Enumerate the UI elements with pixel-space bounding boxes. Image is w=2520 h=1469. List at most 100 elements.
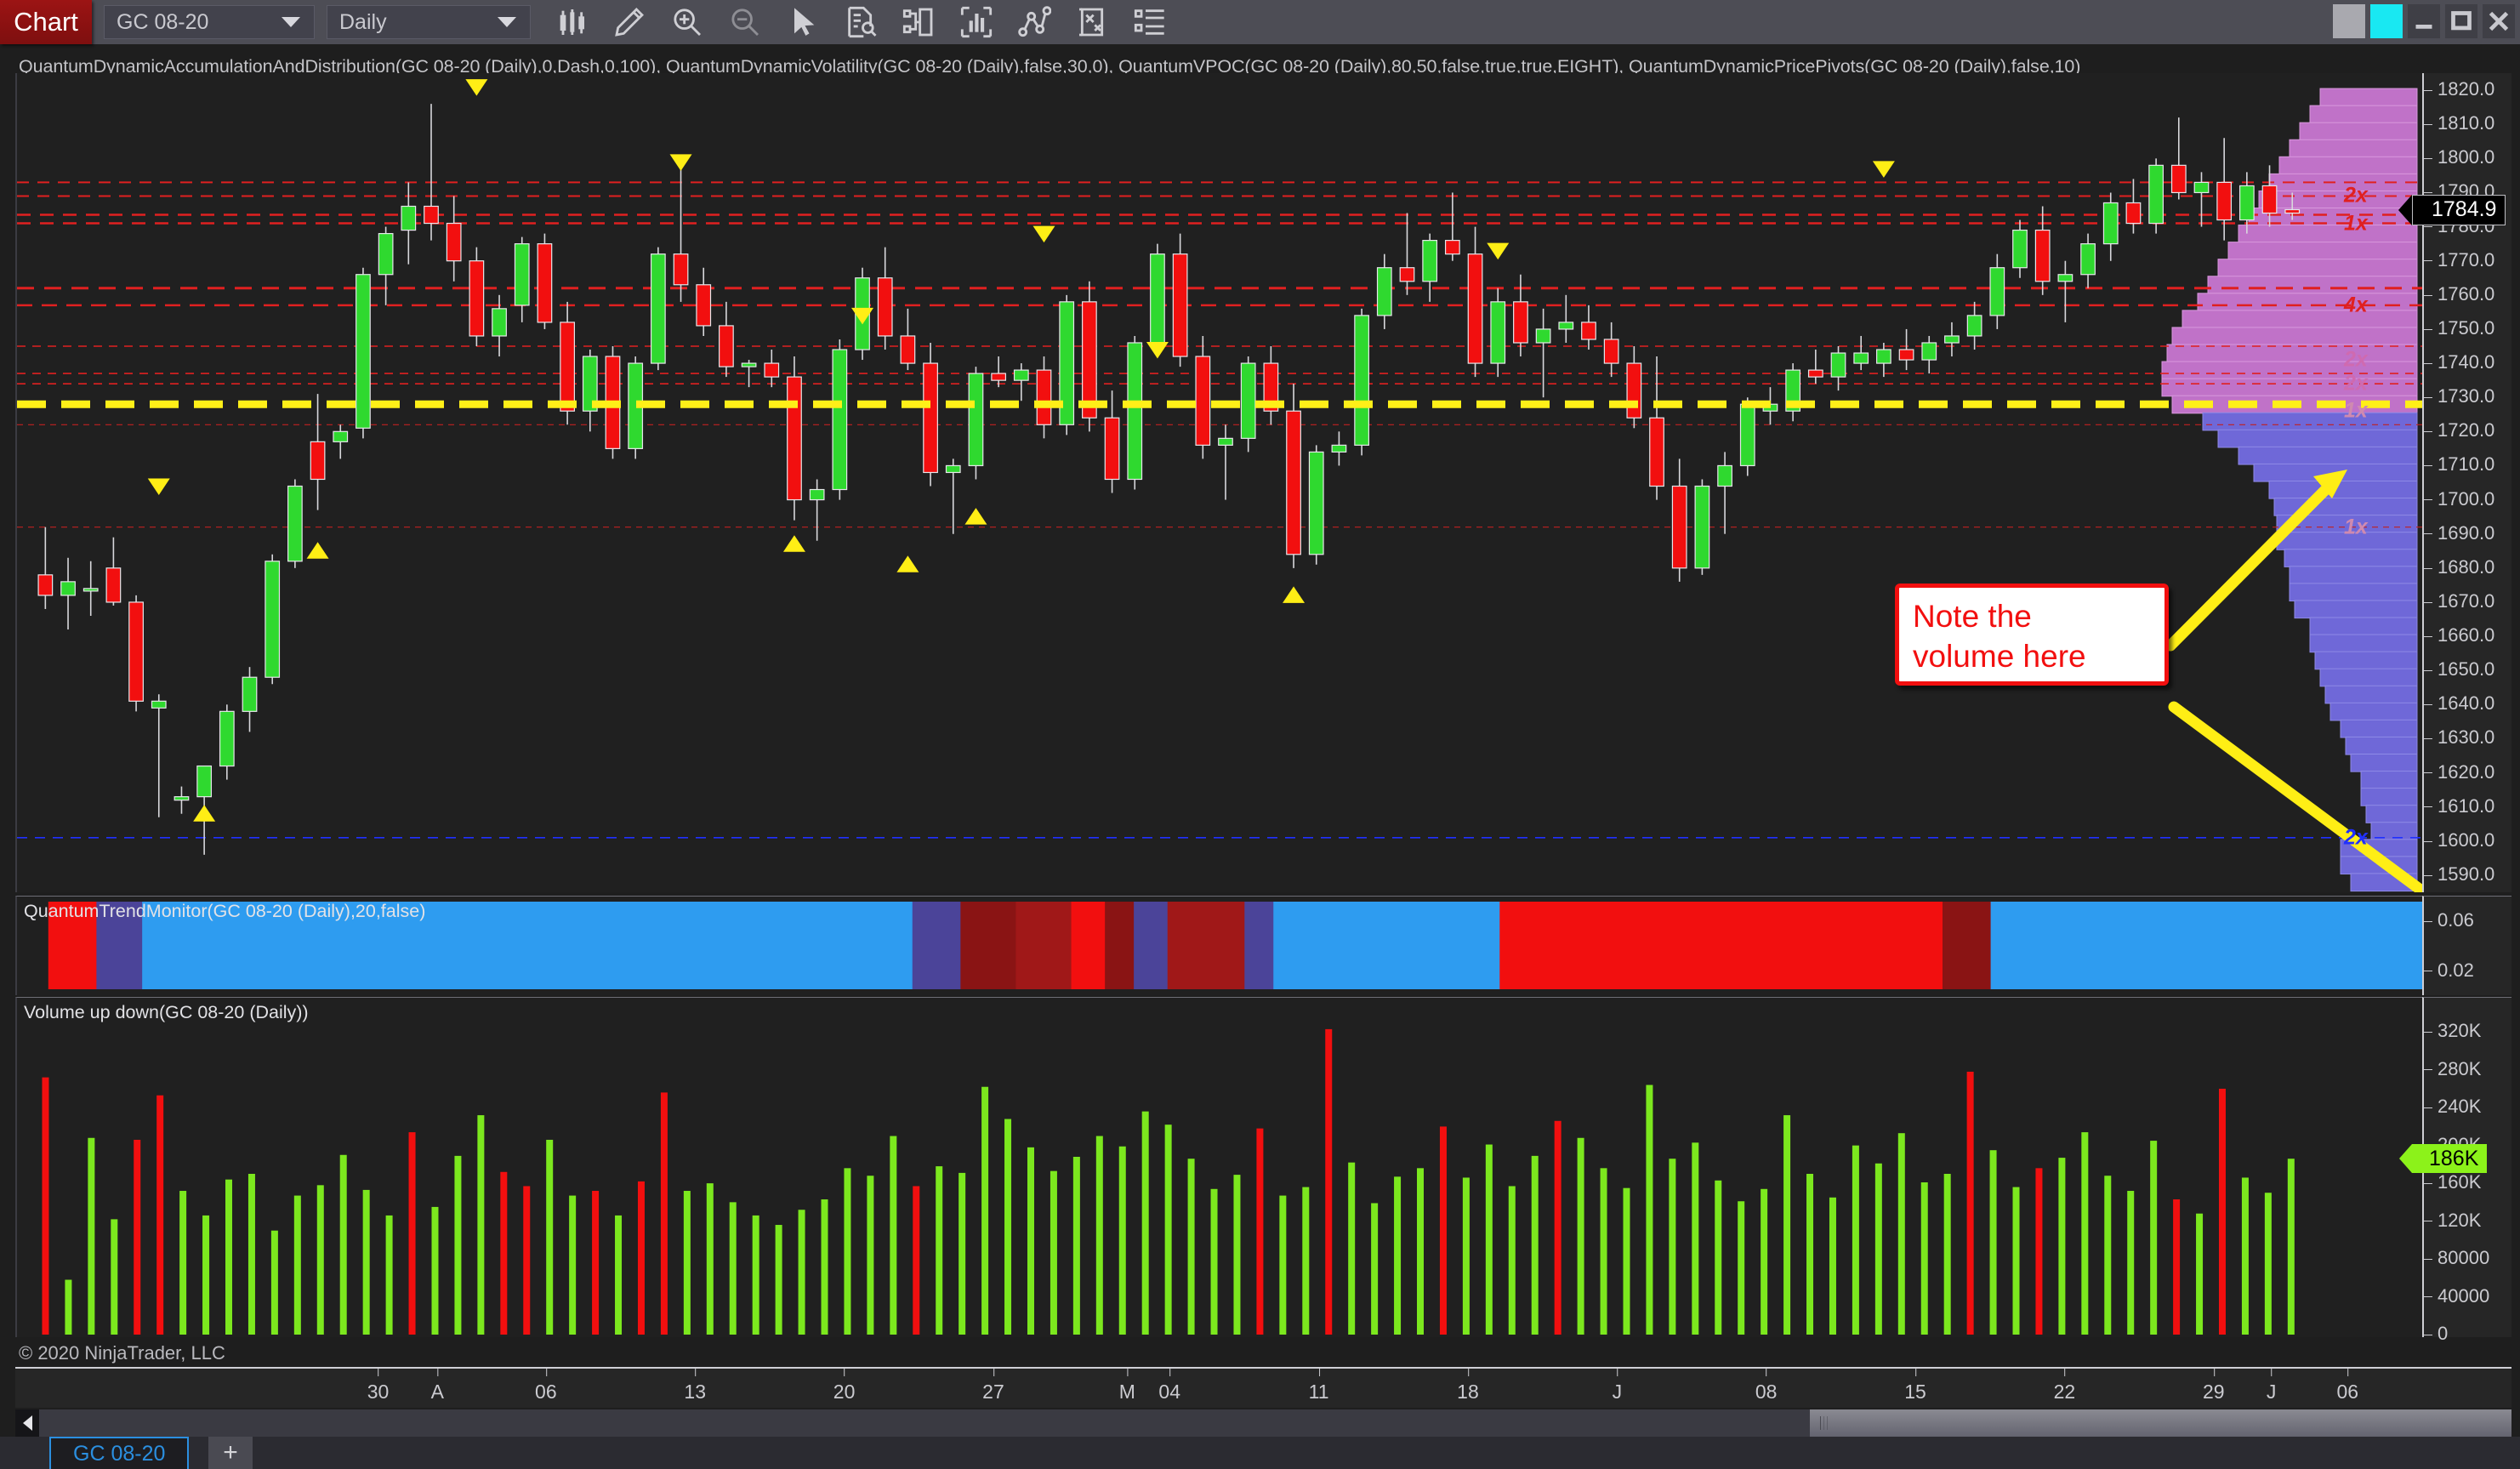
level-label: 2x bbox=[2344, 183, 2368, 208]
close-button[interactable] bbox=[2483, 4, 2515, 38]
level-label: 2x bbox=[2344, 371, 2368, 396]
scroll-left-button[interactable] bbox=[15, 1409, 39, 1437]
date-axis[interactable]: 30 A 06 13 20 27 M 04 11 18 J 08 15 22 29 J 06 bbox=[15, 1367, 2511, 1408]
date-axis-tick: 29 bbox=[2203, 1369, 2225, 1403]
copyright-text: © 2020 NinjaTrader, LLC bbox=[19, 1342, 225, 1364]
chart-menu-button[interactable]: Chart bbox=[0, 0, 92, 44]
volume-axis[interactable]: 320K280K240K200K160K120K80000400000 186K bbox=[2412, 997, 2511, 1344]
volume-axis-tick: 40000 bbox=[2424, 1285, 2489, 1307]
price-axis-tick: 1600.0 bbox=[2424, 829, 2494, 851]
title-bar: Chart GC 08-20 Daily bbox=[0, 0, 2520, 44]
interval-select-value: Daily bbox=[339, 9, 387, 34]
chart-template-icon[interactable] bbox=[902, 5, 936, 39]
date-axis-tick: 27 bbox=[982, 1369, 1004, 1403]
trend-axis-tick: 0.06 bbox=[2424, 909, 2474, 931]
price-chart-panel[interactable]: 2x 1x 4x 2x 2x 1x 1x 2x bbox=[15, 73, 2422, 892]
price-axis-tick: 1800.0 bbox=[2424, 146, 2494, 168]
volume-profile bbox=[2161, 88, 2418, 892]
price-axis-tick: 1690.0 bbox=[2424, 522, 2494, 544]
maximize-button[interactable] bbox=[2445, 4, 2477, 38]
date-axis-tick: J bbox=[1612, 1369, 1623, 1403]
trend-monitor-panel[interactable]: QuantumTrendMonitor(GC 08-20 (Daily),20,… bbox=[15, 896, 2422, 995]
date-axis-tick: M bbox=[1118, 1369, 1135, 1403]
horizontal-scrollbar[interactable] bbox=[15, 1409, 2511, 1437]
volume-axis-tick: 280K bbox=[2424, 1058, 2481, 1080]
trend-monitor-axis[interactable]: 0.06 0.02 bbox=[2422, 896, 2511, 995]
date-axis-tick: 15 bbox=[1904, 1369, 1926, 1403]
price-axis-tick: 1680.0 bbox=[2424, 556, 2494, 578]
annotation-note-box[interactable]: Note the volume here bbox=[1895, 584, 2169, 686]
date-axis-tick: 06 bbox=[535, 1369, 557, 1403]
price-axis-tick: 1620.0 bbox=[2424, 761, 2494, 783]
price-axis-tick: 1750.0 bbox=[2424, 317, 2494, 339]
volume-axis-tick: 320K bbox=[2424, 1020, 2481, 1042]
add-tab-button[interactable]: + bbox=[208, 1437, 253, 1469]
volume-axis-tick: 160K bbox=[2424, 1171, 2481, 1193]
signal-markers bbox=[147, 79, 1895, 822]
date-axis-tick: 13 bbox=[684, 1369, 706, 1403]
price-axis-tick: 1770.0 bbox=[2424, 249, 2494, 271]
instrument-select[interactable]: GC 08-20 bbox=[104, 5, 315, 39]
zoom-out-icon[interactable] bbox=[728, 5, 762, 39]
volume-axis-tick: 0 bbox=[2424, 1323, 2448, 1345]
price-axis-tick: 1820.0 bbox=[2424, 78, 2494, 100]
pointer-cursor-icon[interactable] bbox=[786, 5, 820, 39]
price-axis-tick: 1720.0 bbox=[2424, 419, 2494, 441]
indicators-icon[interactable] bbox=[959, 5, 993, 39]
interval-select[interactable]: Daily bbox=[327, 5, 531, 39]
volume-axis-tick: 120K bbox=[2424, 1210, 2481, 1232]
annotation-text: Note the volume here bbox=[1913, 599, 2086, 675]
level-label: 4x bbox=[2344, 293, 2368, 317]
price-axis-tick: 1640.0 bbox=[2424, 692, 2494, 715]
price-axis[interactable]: 1820.0 1810.0 1800.0 1790.0 1780.0 1770.0 1760… bbox=[2412, 73, 2511, 892]
chart-toolbar bbox=[555, 5, 1167, 39]
level-label: 1x bbox=[2344, 398, 2368, 423]
data-series-search-icon[interactable] bbox=[844, 5, 878, 39]
strategy-analyzer-icon[interactable] bbox=[1075, 5, 1109, 39]
price-axis-tick: 1630.0 bbox=[2424, 726, 2494, 749]
date-axis-tick: 04 bbox=[1158, 1369, 1180, 1403]
trend-axis-tick: 0.02 bbox=[2424, 959, 2474, 982]
price-axis-tick: 1760.0 bbox=[2424, 283, 2494, 305]
scrollbar-thumb[interactable] bbox=[1810, 1409, 2511, 1437]
price-axis-tick: 1740.0 bbox=[2424, 351, 2494, 373]
tab-gc-08-20[interactable]: GC 08-20 bbox=[49, 1437, 190, 1469]
strategies-icon[interactable] bbox=[1017, 5, 1051, 39]
scrollbar-grip-icon bbox=[1820, 1416, 1832, 1430]
properties-list-icon[interactable] bbox=[1133, 5, 1167, 39]
zoom-in-icon[interactable] bbox=[670, 5, 704, 39]
price-axis-tick: 1590.0 bbox=[2424, 863, 2494, 885]
pencil-draw-icon[interactable] bbox=[612, 5, 646, 39]
tab-bar: GC 08-20 + bbox=[0, 1437, 2520, 1469]
date-axis-tick: 11 bbox=[1308, 1369, 1329, 1403]
date-axis-tick: 06 bbox=[2336, 1369, 2359, 1403]
price-axis-tick: 1670.0 bbox=[2424, 590, 2494, 612]
date-axis-tick: A bbox=[430, 1369, 444, 1403]
price-chart-svg bbox=[17, 79, 2422, 892]
date-axis-tick: J bbox=[2266, 1369, 2277, 1403]
current-volume-marker: 186K bbox=[2412, 1144, 2488, 1174]
level-label: 1x bbox=[2344, 515, 2368, 539]
volume-panel-label[interactable]: Volume up down(GC 08-20 (Daily)) bbox=[24, 1002, 309, 1023]
link-gray-button[interactable] bbox=[2333, 4, 2365, 38]
price-axis-tick: 1610.0 bbox=[2424, 795, 2494, 817]
price-axis-tick: 1810.0 bbox=[2424, 112, 2494, 134]
minimize-button[interactable] bbox=[2408, 4, 2440, 38]
price-axis-tick: 1660.0 bbox=[2424, 624, 2494, 646]
level-label: 1x bbox=[2344, 211, 2368, 236]
level-label: 2x bbox=[2344, 347, 2368, 372]
candlestick-chart-icon[interactable] bbox=[555, 5, 589, 39]
instrument-select-value: GC 08-20 bbox=[117, 9, 209, 34]
link-cyan-button[interactable] bbox=[2370, 4, 2403, 38]
date-axis-tick: 18 bbox=[1457, 1369, 1479, 1403]
price-axis-tick: 1700.0 bbox=[2424, 488, 2494, 510]
trend-monitor-label[interactable]: QuantumTrendMonitor(GC 08-20 (Daily),20,… bbox=[24, 901, 425, 922]
price-axis-tick: 1650.0 bbox=[2424, 658, 2494, 680]
level-label: 2x bbox=[2344, 825, 2368, 850]
volume-panel[interactable]: Volume up down(GC 08-20 (Daily)) bbox=[15, 997, 2422, 1337]
current-price-marker: 1784.9 bbox=[2412, 194, 2506, 225]
volume-axis-tick: 80000 bbox=[2424, 1247, 2489, 1269]
ninjatrader-chart-window: Chart GC 08-20 Daily QuantumDynamicAccum… bbox=[0, 0, 2520, 1469]
window-controls bbox=[2333, 4, 2515, 38]
date-axis-tick: 30 bbox=[367, 1369, 390, 1403]
